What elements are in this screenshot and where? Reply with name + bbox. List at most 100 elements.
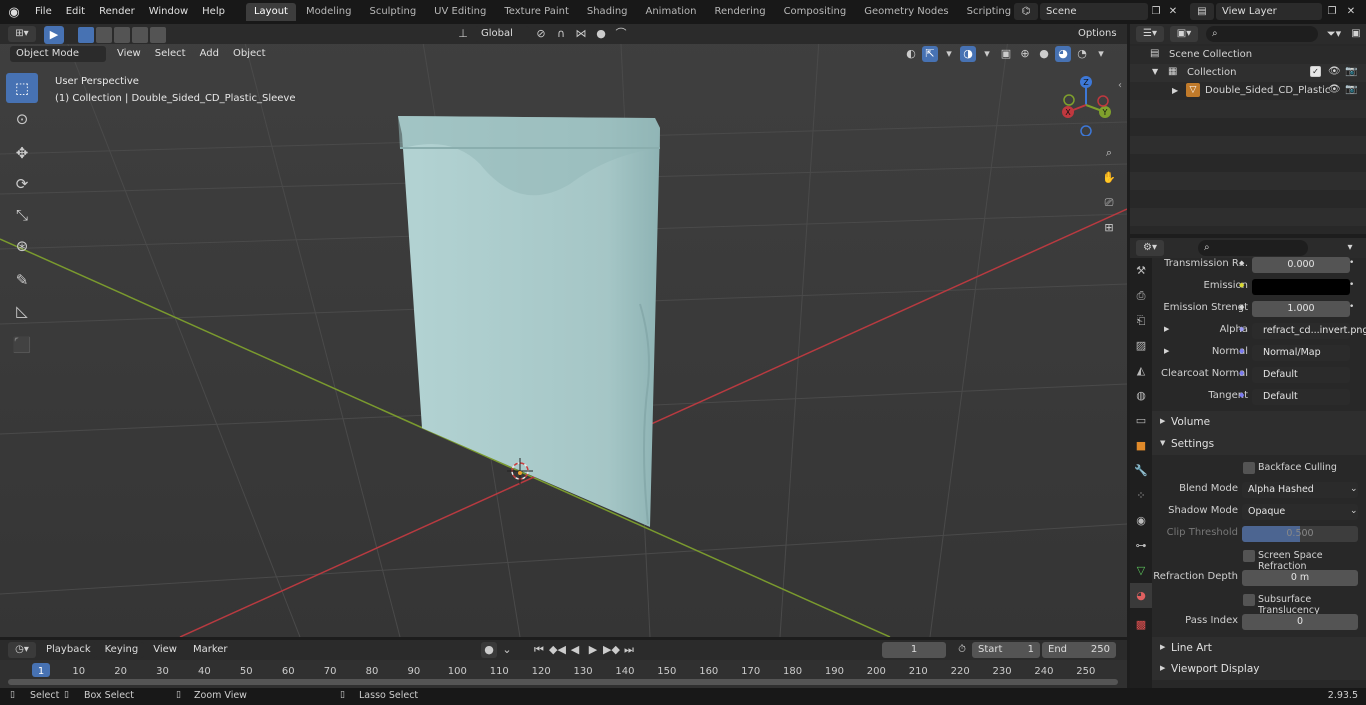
3d-viewport[interactable] (0, 24, 1127, 637)
new-collection-icon[interactable]: ▣ (1348, 26, 1364, 42)
falloff-icon[interactable]: ⌒ (613, 26, 629, 42)
scale-icon[interactable]: ⤡ (6, 200, 38, 230)
record-options-icon[interactable]: ⌄ (499, 642, 515, 658)
blend-mode-dropdown[interactable]: Alpha Hashed (1242, 482, 1358, 498)
output-tab-icon[interactable]: ⎗ (1130, 308, 1152, 333)
constraints-tab-icon[interactable]: ⊶ (1130, 533, 1152, 558)
menu-window[interactable]: Window (142, 0, 195, 24)
subsurface-checkbox[interactable] (1243, 594, 1255, 606)
tool-tab-icon[interactable]: ⚒ (1130, 258, 1152, 283)
object-visibility-eye-icon[interactable]: 👁 (1328, 84, 1341, 95)
backface-culling-checkbox[interactable] (1243, 462, 1255, 474)
select-box-icon[interactable]: ⬚ (6, 73, 38, 103)
settings-panel-header[interactable]: ▼ Settings (1152, 433, 1366, 455)
rendered-shading-icon[interactable]: ◔ (1074, 46, 1090, 62)
tab-rendering[interactable]: Rendering (706, 3, 773, 21)
transmission-roughness-field[interactable]: 0.000 (1252, 257, 1350, 273)
transform-orientation-dropdown[interactable]: Global (475, 26, 529, 42)
rotate-icon[interactable]: ⟳ (6, 169, 38, 199)
alpha-expand-icon[interactable]: ▶ (1164, 325, 1169, 333)
move-icon[interactable]: ✥ (6, 138, 38, 168)
object-render-camera-icon[interactable]: 📷 (1345, 84, 1357, 95)
emission-strength-field[interactable]: 1.000 (1252, 301, 1350, 317)
modifier-tab-icon[interactable]: 🔧 (1130, 458, 1152, 483)
view-layer-icon[interactable]: ▤ (1190, 3, 1214, 20)
tab-modeling[interactable]: Modeling (298, 3, 360, 21)
jump-end-icon[interactable]: ⏭ (621, 642, 637, 658)
zoom-icon[interactable]: ⌕ (1098, 142, 1120, 164)
wireframe-shading-icon[interactable]: ⊕ (1017, 46, 1033, 62)
end-frame-field[interactable]: End 250 (1042, 642, 1116, 658)
duplicate-view-layer-icon[interactable]: ❐ (1325, 3, 1339, 20)
snap-icon[interactable]: ∩ (553, 26, 569, 42)
marker-menu[interactable]: Marker (186, 642, 235, 658)
preview-range-icon[interactable]: ⏱ (954, 642, 970, 658)
menu-edit[interactable]: Edit (59, 0, 92, 24)
outliner-search-input[interactable]: ⌕ (1206, 26, 1318, 42)
navigation-gizmo[interactable]: Z Y X (1055, 74, 1117, 136)
refraction-depth-field[interactable]: 0 m (1242, 570, 1358, 586)
visibility-icon[interactable]: ◐ (903, 46, 919, 62)
start-frame-field[interactable]: Start 1 (972, 642, 1040, 658)
cursor-icon[interactable]: ⊙ (6, 104, 38, 134)
sidebar-expand-icon[interactable]: ‹ (1118, 80, 1122, 91)
measure-icon[interactable]: ◺ (6, 296, 38, 326)
xray-icon[interactable]: ▣ (998, 46, 1014, 62)
shading-dropdown-icon[interactable]: ▾ (1093, 46, 1109, 62)
scene-icon[interactable]: ⌬ (1014, 3, 1038, 20)
pan-hand-icon[interactable]: ✋ (1098, 167, 1120, 189)
collection-tab-icon[interactable]: ▭ (1130, 408, 1152, 433)
material-tab-icon[interactable]: ◕ (1130, 583, 1152, 608)
grid-perspective-icon[interactable]: ⊞ (1098, 217, 1120, 239)
select-subtract-icon[interactable] (114, 27, 130, 43)
object-tab-icon[interactable]: ■ (1130, 433, 1152, 458)
pass-index-field[interactable]: 0 (1242, 614, 1358, 630)
jump-start-icon[interactable]: ⏮ (531, 642, 547, 658)
editor-type-icon[interactable]: ⊞▾ (8, 26, 36, 42)
record-icon[interactable]: ● (481, 642, 497, 658)
tangent-field[interactable]: Default (1252, 389, 1350, 405)
emission-strength-keyframe-icon[interactable]: • (1349, 302, 1354, 312)
select-new-icon[interactable] (78, 27, 94, 43)
alpha-texture-field[interactable]: refract_cd...invert.png (1252, 323, 1366, 339)
camera-icon[interactable]: ⎚ (1098, 192, 1120, 214)
display-mode-icon[interactable]: ▣▾ (1170, 26, 1198, 42)
playback-menu[interactable]: Playback (40, 642, 97, 658)
tab-animation[interactable]: Animation (638, 3, 705, 21)
tab-shading[interactable]: Shading (579, 3, 636, 21)
tab-texture-paint[interactable]: Texture Paint (496, 3, 577, 21)
snap-target-icon[interactable]: ⋈ (573, 26, 589, 42)
close-view-layer-icon[interactable]: ✕ (1344, 3, 1358, 20)
select-intersect-icon[interactable] (150, 27, 166, 43)
outliner-row-collection[interactable]: ▼ ▦ Collection ✓ 👁 📷 (1130, 64, 1366, 82)
timeline-scrollbar[interactable] (8, 679, 1118, 685)
options-dropdown[interactable]: Options (1072, 26, 1122, 42)
material-shading-icon[interactable]: ◕ (1055, 46, 1071, 62)
collection-render-camera-icon[interactable]: 📷 (1345, 66, 1357, 77)
emission-keyframe-icon[interactable]: • (1349, 280, 1354, 290)
clearcoat-normal-field[interactable]: Default (1252, 367, 1350, 383)
menu-add[interactable]: Add (193, 46, 226, 62)
tab-layout[interactable]: Layout (245, 3, 296, 21)
menu-select[interactable]: Select (148, 46, 193, 62)
select-tool-icon[interactable]: ▶ (44, 26, 64, 44)
play-icon[interactable]: ▶ (585, 642, 601, 658)
world-tab-icon[interactable]: ◍ (1130, 383, 1152, 408)
blender-logo-icon[interactable]: ◉ (0, 5, 28, 20)
menu-object[interactable]: Object (226, 46, 273, 62)
tab-uv-editing[interactable]: UV Editing (426, 3, 494, 21)
gizmo-dropdown-icon[interactable]: ▾ (941, 46, 957, 62)
menu-view[interactable]: View (110, 46, 148, 62)
menu-help[interactable]: Help (195, 0, 232, 24)
outliner-editor-type-icon[interactable]: ☰▾ (1136, 26, 1164, 42)
tab-scripting[interactable]: Scripting (959, 3, 1019, 21)
viewport-display-panel-header[interactable]: ▶ Viewport Display (1152, 658, 1366, 680)
render-tab-icon[interactable]: ⎙ (1130, 283, 1152, 308)
menu-render[interactable]: Render (92, 0, 142, 24)
timeline-editor-type-icon[interactable]: ◷▾ (8, 642, 36, 658)
tab-geometry-nodes[interactable]: Geometry Nodes (856, 3, 956, 21)
object-expand-icon[interactable]: ▶ (1172, 86, 1178, 95)
collection-visibility-eye-icon[interactable]: 👁 (1328, 66, 1341, 77)
clip-threshold-slider[interactable]: 0.500 (1242, 526, 1358, 542)
outliner-row-object[interactable]: ▶ ▽ Double_Sided_CD_Plastic 👁 📷 (1130, 82, 1366, 100)
